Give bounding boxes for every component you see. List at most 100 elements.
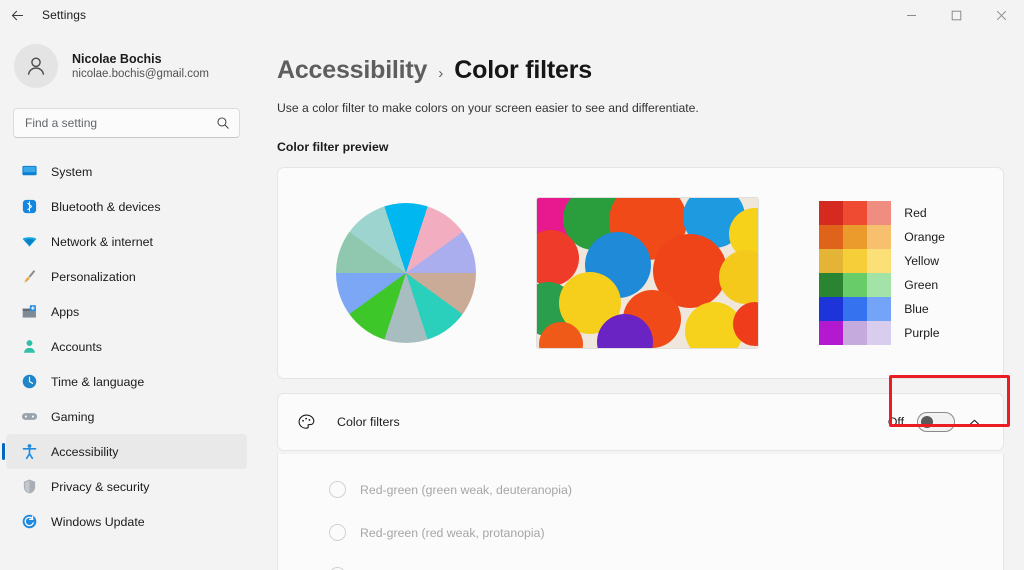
swatch-label-purple: Purple [904,326,940,340]
account-icon [20,338,38,356]
color-swatch-cell [843,225,868,249]
color-swatch-labels: Red Orange Yellow Green Blue Purple [904,201,945,345]
toggle-knob [921,416,933,428]
color-swatch-cell [867,321,892,345]
sidebar: Nicolae Bochis nicolae.bochis@gmail.com [0,30,265,570]
account-block[interactable]: Nicolae Bochis nicolae.bochis@gmail.com [0,30,253,94]
paintbrush-icon [20,268,38,286]
color-swatch-grid [819,201,892,345]
gamepad-icon [20,408,38,426]
sidebar-item-label: Privacy & security [51,479,150,494]
window-controls [889,0,1024,30]
color-swatch-cell [867,249,892,273]
sidebar-item-gaming[interactable]: Gaming [6,399,247,434]
person-icon [27,57,45,75]
swatch-label-yellow: Yellow [904,254,940,268]
chevron-up-icon[interactable] [968,416,981,429]
color-wheel-preview [336,203,477,343]
sidebar-nav: System Bluetooth & devices Network & int… [0,154,253,539]
sidebar-item-label: Windows Update [51,514,145,529]
color-swatch-cell [819,225,844,249]
sidebar-item-time-language[interactable]: Time & language [6,364,247,399]
search-box[interactable] [13,108,240,138]
title-bar: Settings [0,0,1024,30]
color-swatch-cell [867,225,892,249]
sidebar-item-label: Gaming [51,409,95,424]
color-swatch-cell [843,321,868,345]
maximize-button[interactable] [934,0,979,30]
account-email: nicolae.bochis@gmail.com [72,68,209,80]
color-swatch-cell [819,249,844,273]
sidebar-item-label: Accounts [51,339,102,354]
update-icon [20,513,38,531]
sidebar-item-network-internet[interactable]: Network & internet [6,224,247,259]
sidebar-item-label: Personalization [51,269,136,284]
filter-option-label: Red-green (red weak, protanopia) [360,525,545,540]
search-input[interactable] [25,116,210,130]
color-filter-preview-card: Red Orange Yellow Green Blue Purple [277,167,1004,379]
color-filters-title: Color filters [337,415,400,429]
page-description: Use a color filter to make colors on you… [277,101,699,115]
sidebar-item-accessibility[interactable]: Accessibility [2,434,247,469]
filter-option-tritanopia[interactable]: Blue-yellow (tritanopia) [278,554,1003,570]
preview-section-label: Color filter preview [277,140,389,154]
wifi-icon [20,233,38,251]
close-icon [996,10,1007,21]
sidebar-item-bluetooth-devices[interactable]: Bluetooth & devices [6,189,247,224]
accessibility-icon [20,443,38,461]
color-filters-toggle[interactable] [917,412,955,432]
color-swatch-cell [867,297,892,321]
color-swatch-cell [867,273,892,297]
clock-icon [20,373,38,391]
color-swatch-cell [843,297,868,321]
sidebar-item-label: Bluetooth & devices [51,199,161,214]
breadcrumb-root[interactable]: Accessibility [277,56,427,85]
swatch-label-red: Red [904,206,927,220]
color-filters-controls: Off [888,412,987,432]
page-title: Color filters [454,56,592,84]
search-icon [216,116,230,130]
chevron-right-icon: › [438,65,444,82]
filter-option-label: Red-green (green weak, deuteranopia) [360,482,572,497]
back-arrow-icon [10,8,25,23]
breadcrumb: Accessibility › Color filters [277,56,1004,85]
sidebar-item-privacy-security[interactable]: Privacy & security [6,469,247,504]
filter-option-protanopia[interactable]: Red-green (red weak, protanopia) [278,511,1003,554]
color-swatch-cell [819,201,844,225]
swatch-label-green: Green [904,278,939,292]
sidebar-item-label: Time & language [51,374,145,389]
sidebar-item-windows-update[interactable]: Windows Update [6,504,247,539]
color-swatch-cell [867,201,892,225]
close-button[interactable] [979,0,1024,30]
apps-icon [20,303,38,321]
sidebar-item-system[interactable]: System [6,154,247,189]
color-swatch-cell [843,201,868,225]
sidebar-item-accounts[interactable]: Accounts [6,329,247,364]
colorful-paper-fans-photo [536,197,760,349]
minimize-icon [906,10,917,21]
avatar [14,44,58,88]
color-swatch-block: Red Orange Yellow Green Blue Purple [819,201,945,345]
swatch-label-orange: Orange [904,230,945,244]
color-filters-row[interactable]: Color filters Off [277,375,1010,451]
settings-window: Settings Nicolae Bochis nicolae.bochis@g… [0,0,1024,570]
color-swatch-cell [819,297,844,321]
radio-icon[interactable] [329,524,346,541]
monitor-icon [20,163,38,181]
sidebar-item-label: System [51,164,93,179]
sidebar-item-personalization[interactable]: Personalization [6,259,247,294]
sidebar-item-label: Apps [51,304,80,319]
color-filter-options-card: Red-green (green weak, deuteranopia) Red… [277,454,1004,570]
color-swatch-cell [843,273,868,297]
palette-icon [295,413,317,432]
filter-option-deuteranopia[interactable]: Red-green (green weak, deuteranopia) [278,468,1003,511]
sidebar-item-apps[interactable]: Apps [6,294,247,329]
radio-icon[interactable] [329,481,346,498]
color-swatch-cell [843,249,868,273]
content-area: Accessibility › Color filters Use a colo… [265,30,1024,570]
bluetooth-icon [20,198,38,216]
sidebar-item-label: Accessibility [51,444,119,459]
minimize-button[interactable] [889,0,934,30]
back-button[interactable] [0,0,34,30]
account-name: Nicolae Bochis [72,52,162,66]
